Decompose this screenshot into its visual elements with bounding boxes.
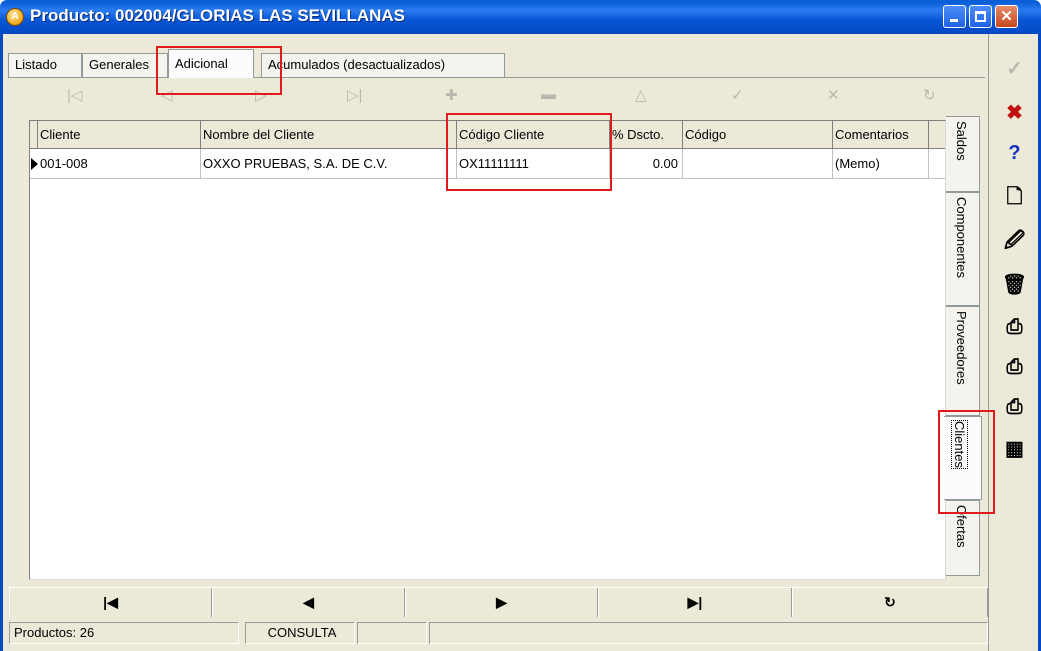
- cell-codigo-cliente[interactable]: OX11111111: [457, 149, 610, 179]
- header-comentarios[interactable]: Comentarios: [833, 121, 929, 149]
- prior-icon[interactable]: ◁: [161, 86, 173, 104]
- tab-adicional[interactable]: Adicional: [168, 49, 254, 78]
- cancel-x-icon: ✖: [1006, 102, 1023, 124]
- edit-button[interactable]: 🖉: [993, 224, 1036, 258]
- tab-acumulados[interactable]: Acumulados (desactualizados): [261, 53, 505, 77]
- help-icon: ?: [1008, 142, 1021, 164]
- current-row-indicator: [30, 149, 38, 179]
- maximize-icon: [975, 11, 986, 22]
- calculator-button[interactable]: ▦: [993, 432, 1036, 466]
- cancel-button[interactable]: ✖: [993, 96, 1036, 130]
- header-nombre[interactable]: Nombre del Cliente: [201, 121, 457, 149]
- next-record-icon: ▶: [496, 594, 507, 610]
- row-pointer-icon: [31, 158, 38, 170]
- cell-codigo[interactable]: [683, 149, 833, 179]
- minimize-button[interactable]: [943, 5, 966, 28]
- cancel-icon[interactable]: ✕: [827, 86, 840, 104]
- clientes-grid[interactable]: Cliente Nombre del Cliente Código Client…: [29, 120, 946, 580]
- record-navigator: |◁ ◁ ▷ ▷| ✚ ▬ △ ✓ ✕ ↻: [27, 84, 947, 110]
- print-preview-button[interactable]: ⎙: [993, 350, 1036, 384]
- table-row[interactable]: 001-008 OXXO PRUEBAS, S.A. DE C.V. OX111…: [30, 149, 945, 179]
- last-record-button[interactable]: ▶|: [598, 588, 792, 617]
- status-bar: Productos: 26 CONSULTA: [9, 620, 988, 644]
- first-record-icon: |◀: [103, 594, 118, 610]
- prior-record-icon: ◀: [303, 594, 314, 610]
- new-button[interactable]: 🗋: [993, 180, 1036, 214]
- first-record-button[interactable]: |◀: [9, 588, 212, 617]
- header-indicator: [30, 121, 38, 149]
- side-tab-proveedores[interactable]: Proveedores: [946, 306, 980, 416]
- cell-comentarios[interactable]: (Memo): [833, 149, 929, 179]
- bottom-navigator: |◀ ◀ ▶ ▶| ↻: [9, 587, 988, 617]
- cell-cliente[interactable]: 001-008: [38, 149, 201, 179]
- app-logo-icon: A: [6, 8, 24, 26]
- status-extra-1: [357, 622, 427, 644]
- status-mode: CONSULTA: [245, 622, 355, 644]
- calculator-icon: ▦: [1005, 438, 1024, 460]
- cell-dscto[interactable]: 0.00: [610, 149, 683, 179]
- window-body: Listado Generales Adicional Acumulados (…: [0, 34, 1041, 651]
- header-codigo-cliente[interactable]: Código Cliente: [457, 121, 610, 149]
- insert-icon[interactable]: ✚: [445, 86, 458, 104]
- refresh-icon: ↻: [884, 594, 896, 610]
- close-button[interactable]: ✕: [995, 5, 1018, 28]
- cell-nombre[interactable]: OXXO PRUEBAS, S.A. DE C.V.: [201, 149, 457, 179]
- next-icon[interactable]: ▷: [255, 86, 267, 104]
- header-cliente[interactable]: Cliente: [38, 121, 201, 149]
- new-doc-icon: 🗋: [1006, 186, 1023, 208]
- side-tab-ofertas[interactable]: Ofertas: [946, 500, 980, 576]
- first-icon[interactable]: |◁: [67, 86, 82, 104]
- minimize-icon: [950, 19, 958, 22]
- print-icon: ⎙: [1006, 316, 1023, 338]
- edit-doc-icon: 🖉: [1003, 230, 1026, 252]
- status-extra-2: [429, 622, 988, 644]
- right-toolbar: ✓ ✖ ? 🗋 🖉 🗑 ⎙ ⎙ ⎙ ▦: [988, 34, 1038, 651]
- header-dscto[interactable]: % Dscto.: [610, 121, 683, 149]
- header-codigo[interactable]: Código: [683, 121, 833, 149]
- print-setup-button[interactable]: ⎙: [993, 390, 1036, 424]
- print-preview-icon: ⎙: [1006, 356, 1023, 378]
- trash-icon: 🗑: [1001, 274, 1028, 296]
- side-tab-clientes[interactable]: Clientes: [944, 416, 982, 500]
- refresh-button[interactable]: ↻: [792, 588, 988, 617]
- help-button[interactable]: ?: [993, 136, 1036, 170]
- side-tab-componentes[interactable]: Componentes: [946, 192, 980, 306]
- refresh-icon[interactable]: ↻: [923, 86, 936, 104]
- window-title: Producto: 002004/GLORIAS LAS SEVILLANAS: [30, 6, 406, 25]
- tab-generales[interactable]: Generales: [82, 53, 168, 77]
- post-icon[interactable]: ✓: [731, 86, 744, 104]
- maximize-button[interactable]: [969, 5, 992, 28]
- grid-header: Cliente Nombre del Cliente Código Client…: [30, 121, 945, 149]
- tab-listado[interactable]: Listado: [8, 53, 82, 77]
- check-icon: ✓: [1006, 58, 1023, 80]
- tab-strip-border: [8, 77, 985, 78]
- last-icon[interactable]: ▷|: [347, 86, 362, 104]
- delete-icon[interactable]: ▬: [541, 86, 556, 103]
- edit-icon[interactable]: △: [635, 86, 647, 104]
- side-tab-saldos[interactable]: Saldos: [946, 116, 980, 192]
- accept-button[interactable]: ✓: [993, 52, 1036, 86]
- last-record-icon: ▶|: [687, 594, 703, 610]
- print-button[interactable]: ⎙: [993, 310, 1036, 344]
- close-icon: ✕: [1000, 8, 1013, 25]
- status-productos: Productos: 26: [9, 622, 239, 644]
- print-setup-icon: ⎙: [1006, 396, 1023, 418]
- title-bar: A Producto: 002004/GLORIAS LAS SEVILLANA…: [0, 0, 1041, 34]
- prior-record-button[interactable]: ◀: [212, 588, 405, 617]
- next-record-button[interactable]: ▶: [405, 588, 598, 617]
- delete-button[interactable]: 🗑: [993, 268, 1036, 302]
